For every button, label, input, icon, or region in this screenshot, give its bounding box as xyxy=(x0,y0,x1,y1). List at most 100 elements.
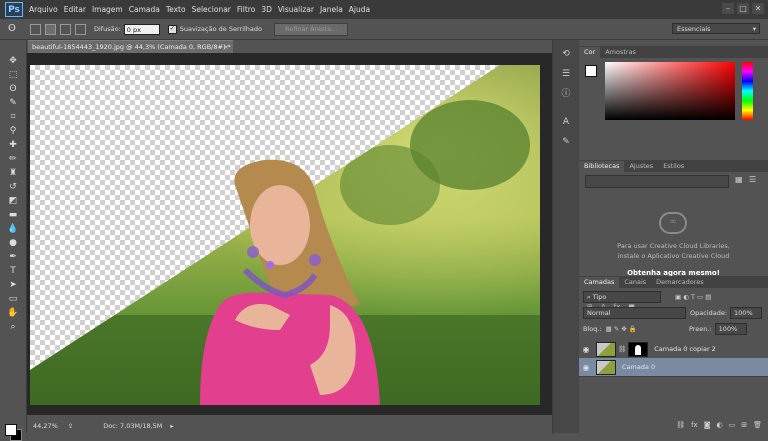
close-button[interactable]: ✕ xyxy=(752,3,764,14)
menu-editar[interactable]: Editar xyxy=(64,5,92,14)
tab-styles[interactable]: Estilos xyxy=(658,161,690,172)
menu-selecionar[interactable]: Selecionar xyxy=(192,5,237,14)
layer-style-icon[interactable]: fx xyxy=(691,421,698,429)
eyedropper-tool-icon[interactable]: ⚲ xyxy=(5,125,21,138)
layer-name: Camada 0 xyxy=(622,363,656,371)
eraser-tool-icon[interactable]: ◩ xyxy=(5,195,21,208)
layer-row[interactable]: ◉ ⛓ Camada 0 copiar 2 xyxy=(579,340,768,359)
menu-filtro[interactable]: Filtro xyxy=(237,5,261,14)
document-tab[interactable]: beautiful-1854443_1920.jpg @ 44,3% (Cama… xyxy=(28,40,233,53)
share-icon[interactable]: ⇪ xyxy=(68,422,73,430)
tab-libraries[interactable]: Bibliotecas xyxy=(579,161,625,172)
options-bar: ʘ Difusão: 0 px ✓ Suavização de Serrilha… xyxy=(0,19,768,40)
color-fg-swatch[interactable] xyxy=(585,65,597,77)
path-select-tool-icon[interactable]: ➤ xyxy=(5,279,21,292)
layer-mask-thumbnail xyxy=(628,341,649,357)
quick-select-tool-icon[interactable]: ✎ xyxy=(5,97,21,110)
properties-panel-icon[interactable]: ☰ xyxy=(559,68,573,80)
menu-arquivo[interactable]: Arquivo xyxy=(29,5,64,14)
status-bar: 44,27% ⇪ Doc: 7,03M/18,5M ▸ xyxy=(27,418,552,433)
info-panel-icon[interactable]: ⓘ xyxy=(559,88,573,100)
clone-stamp-tool-icon[interactable]: ♜ xyxy=(5,167,21,180)
tab-color[interactable]: Cor xyxy=(579,47,601,58)
brush-tool-icon[interactable]: ✏ xyxy=(5,153,21,166)
tools-panel: ✥ ⬚ ʘ ✎ ⌗ ⚲ ✚ ✏ ♜ ↺ ◩ ▬ 💧 ● ✒ T ➤ ▭ ✋ ⌕ xyxy=(0,40,27,441)
list-view-icon[interactable]: ☰ xyxy=(749,175,756,184)
new-selection-icon[interactable] xyxy=(30,23,41,35)
blend-mode-select[interactable]: Normal xyxy=(583,306,686,319)
history-panel-icon[interactable]: ⟲ xyxy=(559,48,573,60)
menu-janela[interactable]: Janela xyxy=(320,5,349,14)
character-panel-icon[interactable]: A xyxy=(559,116,573,128)
layer-name: Camada 0 copiar 2 xyxy=(654,345,716,353)
brush-panel-icon[interactable]: ✎ xyxy=(559,136,573,148)
grid-view-icon[interactable]: ▦ xyxy=(735,175,743,184)
fill-input[interactable]: 100% xyxy=(714,322,747,335)
menu-imagem[interactable]: Imagem xyxy=(92,5,129,14)
menu-visualizar[interactable]: Visualizar xyxy=(278,5,320,14)
feather-input[interactable]: 0 px xyxy=(123,23,160,35)
tab-swatches[interactable]: Amostras xyxy=(600,47,641,58)
blur-tool-icon[interactable]: 💧 xyxy=(5,223,21,236)
menu-ajuda[interactable]: Ajuda xyxy=(349,5,376,14)
add-mask-icon[interactable]: ◙ xyxy=(704,421,711,429)
color-picker-field[interactable] xyxy=(605,62,735,120)
layer-row[interactable]: ◉ Camada 0 xyxy=(579,358,768,377)
workspace-value: Essenciais xyxy=(677,25,711,33)
document-title: beautiful-1854443_1920.jpg @ 44,3% (Cama… xyxy=(32,43,231,51)
foreground-color-swatch[interactable] xyxy=(5,424,17,436)
marquee-tool-icon[interactable]: ⬚ xyxy=(5,69,21,82)
menu-bar: Ps Arquivo Editar Imagem Camada Texto Se… xyxy=(0,0,768,19)
opacity-input[interactable]: 100% xyxy=(730,306,763,319)
zoom-level[interactable]: 44,27% xyxy=(33,422,58,430)
move-tool-icon[interactable]: ✥ xyxy=(5,55,21,68)
healing-brush-tool-icon[interactable]: ✚ xyxy=(5,139,21,152)
new-layer-icon[interactable]: ⊞ xyxy=(741,421,747,429)
link-layers-icon[interactable]: ⛓ xyxy=(676,421,685,429)
lasso-preset-icon[interactable]: ʘ xyxy=(8,23,26,35)
type-tool-icon[interactable]: T xyxy=(5,265,21,278)
tab-adjustments[interactable]: Ajustes xyxy=(624,161,659,172)
status-menu-icon[interactable]: ▸ xyxy=(170,422,173,430)
menu-texto[interactable]: Texto xyxy=(166,5,192,14)
intersect-selection-icon[interactable] xyxy=(75,23,86,35)
tab-channels[interactable]: Canais xyxy=(619,277,652,288)
new-group-icon[interactable]: ▭ xyxy=(729,421,736,429)
minimize-button[interactable]: – xyxy=(722,3,734,14)
gradient-tool-icon[interactable]: ▬ xyxy=(5,209,21,222)
crop-tool-icon[interactable]: ⌗ xyxy=(5,111,21,124)
tab-layers[interactable]: Camadas xyxy=(579,277,620,288)
layer-kind-filter[interactable]: ⌕ Tipo xyxy=(583,290,661,303)
antialias-checkbox[interactable]: ✓ xyxy=(167,24,177,34)
library-message-2: instale o Aplicativo Creative Cloud xyxy=(617,252,730,260)
menu-3d[interactable]: 3D xyxy=(261,5,278,14)
eye-icon[interactable]: ◉ xyxy=(579,363,593,372)
filter-icons[interactable]: ▣ ◐ T ▭ ▤ xyxy=(675,293,711,301)
trash-icon[interactable]: 🗑 xyxy=(753,421,762,429)
document-size: Doc: 7,03M/18,5M xyxy=(103,421,163,430)
subtract-selection-icon[interactable] xyxy=(60,23,71,35)
dodge-tool-icon[interactable]: ● xyxy=(5,237,21,250)
maximize-button[interactable]: □ xyxy=(737,3,749,14)
layers-panel: Camadas Canais Demarcadores ⌕ Tipo ▣ ◐ T… xyxy=(579,276,768,433)
opacity-label: Opacidade: xyxy=(690,308,728,317)
refine-edge-button[interactable]: Refinar Aresta... xyxy=(274,22,349,36)
shape-tool-icon[interactable]: ▭ xyxy=(5,293,21,306)
lock-icons[interactable]: ▦ ✎ ✥ 🔒 xyxy=(606,325,637,333)
eye-icon[interactable]: ◉ xyxy=(579,345,593,354)
photo-layer xyxy=(30,65,540,405)
adjustment-layer-icon[interactable]: ◐ xyxy=(717,421,723,429)
history-brush-tool-icon[interactable]: ↺ xyxy=(5,181,21,194)
hand-tool-icon[interactable]: ✋ xyxy=(5,307,21,320)
document-canvas[interactable] xyxy=(30,65,540,405)
zoom-tool-icon[interactable]: ⌕ xyxy=(5,321,21,334)
pen-tool-icon[interactable]: ✒ xyxy=(5,251,21,264)
add-selection-icon[interactable] xyxy=(45,23,56,35)
library-select[interactable] xyxy=(585,175,729,188)
menu-camada[interactable]: Camada xyxy=(129,5,166,14)
tab-paths[interactable]: Demarcadores xyxy=(651,277,709,288)
workspace-select[interactable]: Essenciais ▾ xyxy=(672,23,760,34)
lasso-tool-icon[interactable]: ʘ xyxy=(5,83,21,96)
hue-slider[interactable] xyxy=(742,62,753,120)
link-icon: ⛓ xyxy=(618,345,627,353)
